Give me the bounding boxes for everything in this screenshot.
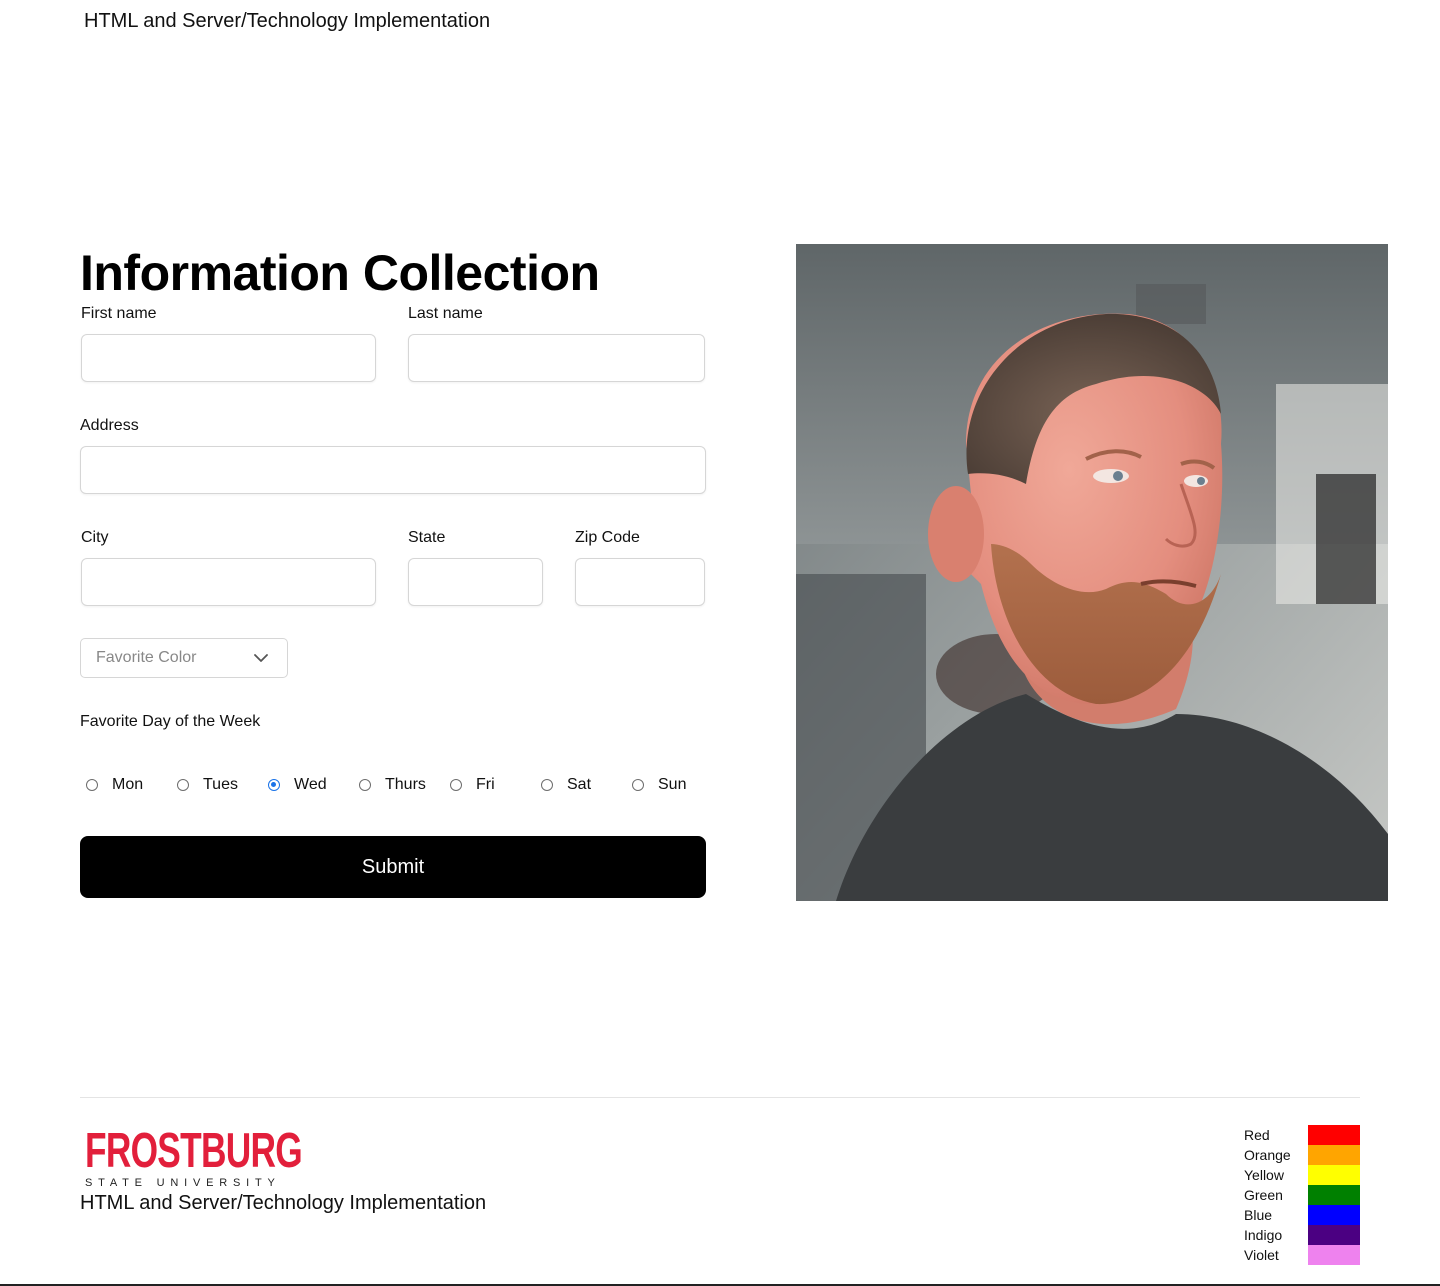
legend-swatch xyxy=(1308,1185,1360,1205)
legend-swatch xyxy=(1308,1205,1360,1225)
radio-option-tues[interactable]: Tues xyxy=(177,774,238,796)
radio-label: Thurs xyxy=(385,776,426,793)
favorite-day-label: Favorite Day of the Week xyxy=(80,713,261,730)
favorite-color-select[interactable]: Favorite Color xyxy=(80,638,288,678)
zip-code-label: Zip Code xyxy=(575,529,640,546)
legend-row-orange: Orange xyxy=(1244,1145,1360,1165)
radio-button[interactable] xyxy=(86,779,98,791)
logo-wordmark: FROSTBURG xyxy=(85,1124,303,1178)
radio-label: Mon xyxy=(112,776,144,793)
first-name-input[interactable] xyxy=(81,334,376,382)
legend-label: Violet xyxy=(1244,1247,1279,1263)
radio-button[interactable] xyxy=(450,779,462,791)
radio-button[interactable] xyxy=(177,779,189,791)
favorite-color-placeholder: Favorite Color xyxy=(96,649,197,666)
favorite-day-radio-group: Mon Tues Wed Thurs Fri Sat Sun xyxy=(80,774,706,798)
legend-swatch xyxy=(1308,1245,1360,1265)
legend-swatch xyxy=(1308,1125,1360,1145)
profile-photo xyxy=(796,244,1388,901)
radio-button[interactable] xyxy=(359,779,371,791)
color-legend: Red Orange Yellow Green Blue Indigo Viol… xyxy=(1244,1125,1360,1265)
footer-title: HTML and Server/Technology Implementatio… xyxy=(80,1192,487,1214)
radio-option-sat[interactable]: Sat xyxy=(541,774,591,796)
radio-label: Fri xyxy=(476,776,495,793)
radio-button[interactable] xyxy=(632,779,644,791)
radio-label: Tues xyxy=(203,776,238,793)
radio-label: Wed xyxy=(294,776,327,793)
legend-swatch xyxy=(1308,1225,1360,1245)
legend-row-red: Red xyxy=(1244,1125,1360,1145)
page-title: Information Collection xyxy=(80,245,600,301)
legend-swatch xyxy=(1308,1145,1360,1165)
legend-label: Red xyxy=(1244,1127,1270,1143)
legend-label: Yellow xyxy=(1244,1167,1284,1183)
legend-label: Blue xyxy=(1244,1207,1273,1223)
radio-option-wed[interactable]: Wed xyxy=(268,774,327,796)
radio-button[interactable] xyxy=(541,779,553,791)
radio-option-thurs[interactable]: Thurs xyxy=(359,774,426,796)
legend-row-violet: Violet xyxy=(1244,1245,1360,1265)
radio-option-sun[interactable]: Sun xyxy=(632,774,686,796)
state-input[interactable] xyxy=(408,558,543,606)
radio-button-selected[interactable] xyxy=(268,779,280,791)
zip-code-input[interactable] xyxy=(575,558,705,606)
last-name-label: Last name xyxy=(408,305,483,322)
legend-row-green: Green xyxy=(1244,1185,1360,1205)
legend-label: Green xyxy=(1244,1187,1283,1203)
legend-swatch xyxy=(1308,1165,1360,1185)
legend-label: Orange xyxy=(1244,1147,1291,1163)
first-name-label: First name xyxy=(81,305,157,322)
radio-label: Sun xyxy=(658,776,687,793)
logo-subtext: STATE UNIVERSITY xyxy=(85,1177,281,1189)
header-title: HTML and Server/Technology Implementatio… xyxy=(84,10,491,32)
submit-button[interactable]: Submit xyxy=(80,836,706,898)
radio-label: Sat xyxy=(567,776,592,793)
legend-row-blue: Blue xyxy=(1244,1205,1360,1225)
city-label: City xyxy=(81,529,109,546)
city-input[interactable] xyxy=(81,558,376,606)
legend-row-indigo: Indigo xyxy=(1244,1225,1360,1245)
last-name-input[interactable] xyxy=(408,334,705,382)
chevron-down-icon xyxy=(254,654,268,662)
footer-divider xyxy=(80,1097,1360,1098)
frostburg-logo: FROSTBURG STATE UNIVERSITY xyxy=(85,1124,303,1192)
state-label: State xyxy=(408,529,446,546)
radio-option-fri[interactable]: Fri xyxy=(450,774,495,796)
address-input[interactable] xyxy=(80,446,706,494)
radio-option-mon[interactable]: Mon xyxy=(86,774,143,796)
legend-row-yellow: Yellow xyxy=(1244,1165,1360,1185)
legend-label: Indigo xyxy=(1244,1227,1283,1243)
address-label: Address xyxy=(80,417,139,434)
